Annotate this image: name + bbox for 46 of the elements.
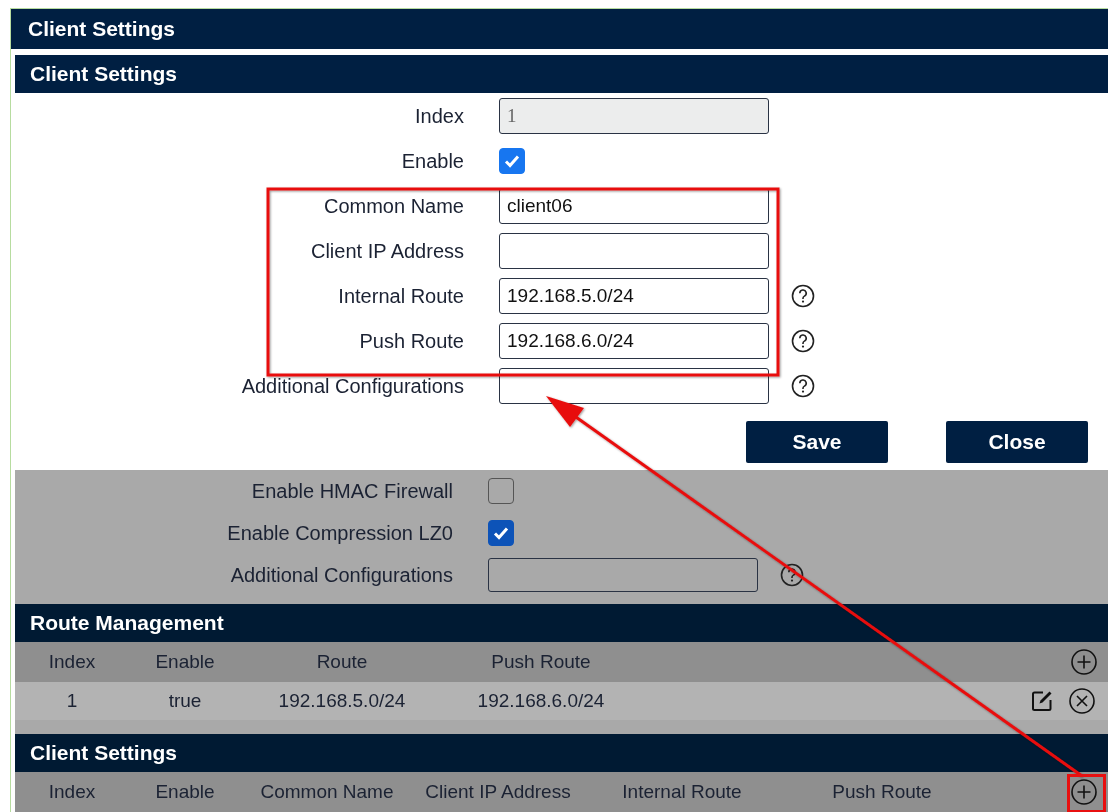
text-field[interactable] [488, 558, 758, 592]
page-header: Client Settings [11, 9, 1108, 49]
column-header: Common Name [260, 781, 394, 803]
text-field[interactable]: 192.168.5.0/24 [499, 278, 769, 314]
dialog-button[interactable]: Close [946, 421, 1088, 463]
text-field[interactable]: 192.168.6.0/24 [499, 323, 769, 359]
dialog-button[interactable]: Save [746, 421, 888, 463]
help-icon[interactable] [791, 374, 815, 398]
highlight-frame [1067, 774, 1106, 812]
add-icon[interactable] [1070, 778, 1098, 806]
column-header: Index [48, 781, 96, 803]
field-label: Enable Compression LZ0 [227, 521, 453, 545]
section-header: Route Management [15, 604, 1108, 642]
field-label: Enable HMAC Firewall [251, 479, 453, 503]
help-icon[interactable] [791, 329, 815, 353]
column-header: Client IP Address [425, 781, 571, 803]
field-label: Additional Configurations [230, 563, 453, 587]
field-label: Internal Route [338, 284, 464, 308]
column-header: Push Route [832, 781, 932, 803]
field-label: Additional Configurations [241, 374, 464, 398]
field-label: Index [415, 104, 464, 128]
column-header: Route [316, 651, 368, 673]
help-icon[interactable] [780, 563, 804, 587]
checkbox[interactable] [488, 520, 514, 546]
text-field[interactable] [499, 233, 769, 269]
column-header: Enable [155, 781, 215, 803]
column-header: Internal Route [622, 781, 742, 803]
column-header: Index [48, 651, 96, 673]
column-header: Enable [155, 651, 215, 673]
column-header: Push Route [491, 651, 591, 673]
section-header: Client Settings [15, 734, 1108, 772]
add-icon[interactable] [1070, 648, 1098, 676]
checkbox[interactable] [499, 148, 525, 174]
table-cell: 1 [66, 690, 78, 712]
table-cell: 192.168.5.0/24 [278, 690, 406, 712]
dialog-header: Client Settings [15, 55, 1108, 93]
help-icon[interactable] [791, 284, 815, 308]
delete-icon[interactable] [1068, 687, 1096, 715]
checkbox[interactable] [488, 478, 514, 504]
field-label: Common Name [323, 194, 464, 218]
field-label: Client IP Address [310, 239, 464, 263]
table-cell: 192.168.6.0/24 [477, 690, 605, 712]
table-cell: true [168, 690, 202, 712]
field-label: Push Route [359, 329, 464, 353]
edit-icon[interactable] [1030, 689, 1054, 713]
field-label: Enable [401, 149, 464, 173]
